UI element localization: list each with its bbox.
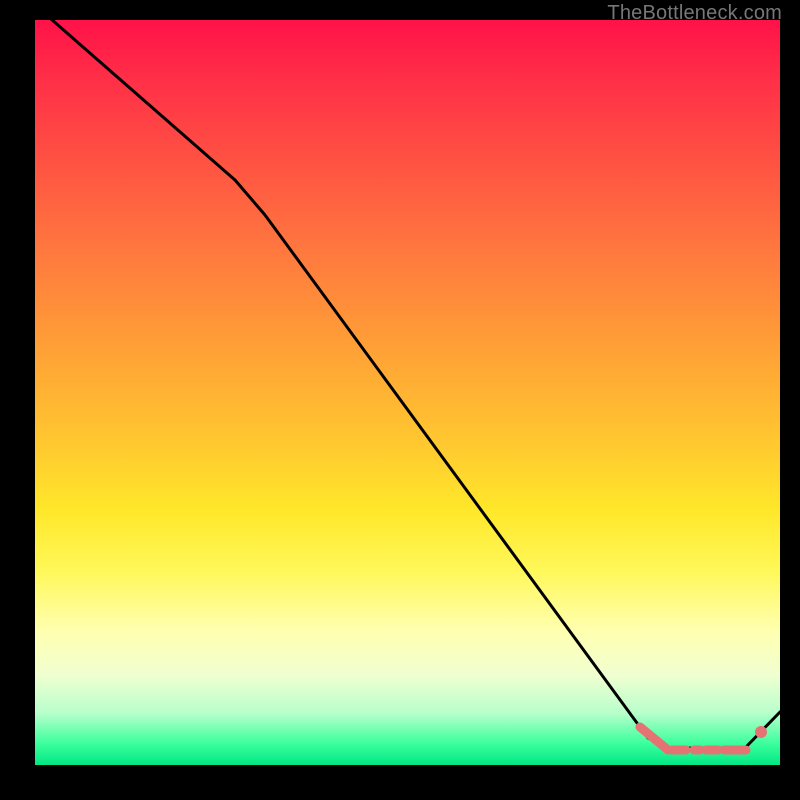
watermark-text: TheBottleneck.com (607, 2, 782, 25)
plot-area (35, 20, 780, 765)
chart-container: TheBottleneck.com (0, 0, 800, 800)
